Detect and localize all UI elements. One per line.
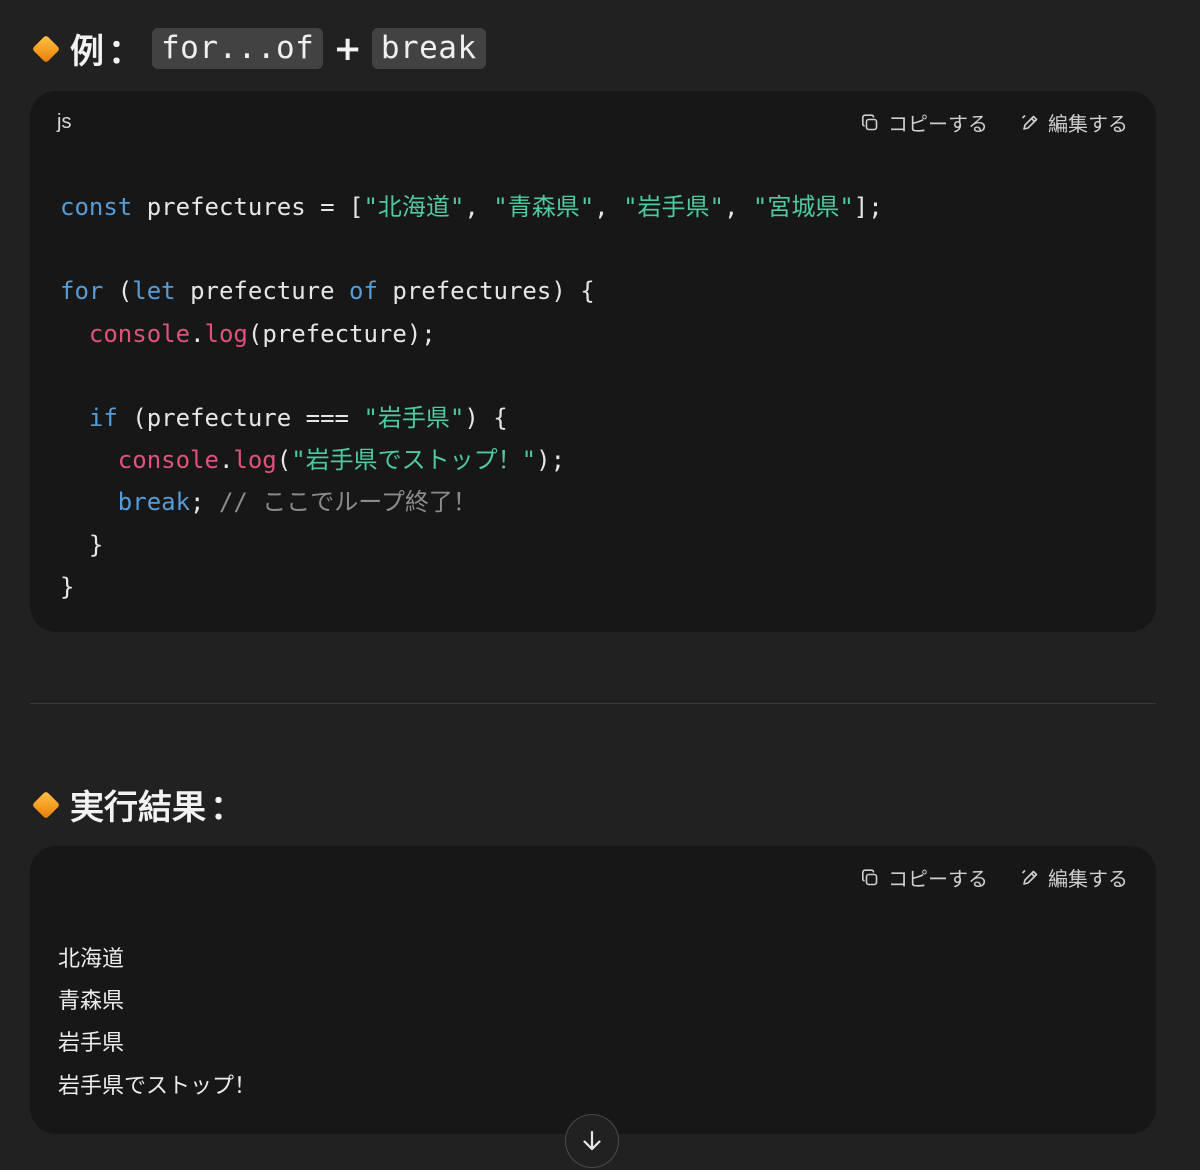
copy-icon (862, 868, 878, 885)
code-method: log (233, 446, 277, 475)
code-text: } (88, 530, 104, 559)
section-heading-result: 実行結果 ： (31, 780, 254, 829)
output-line: 北海道 (58, 947, 125, 972)
copy-output-label: コピーする (888, 867, 988, 891)
scroll-to-bottom-button[interactable] (565, 1114, 619, 1168)
output-line: 青森県 (58, 989, 125, 1015)
code-text: prefecture (175, 277, 350, 306)
output-line: 岩手県でストップ！ (58, 1073, 257, 1099)
code-comment: // ここでループ終了！ (218, 488, 477, 517)
heading-plus: + (333, 28, 362, 69)
code-language-label: js (57, 111, 72, 133)
code-text: . (218, 446, 234, 475)
code-keyword: of (349, 277, 378, 306)
section-heading-example: 例 ： for...of + break (31, 24, 486, 73)
code-block: js コピーする 編集する const prefectures = ["北海道"… (30, 91, 1156, 632)
code-text: . (190, 319, 205, 348)
code-text: prefectures) { (377, 277, 595, 306)
code-text: ]; (853, 193, 883, 221)
section-divider (30, 703, 1156, 704)
code-keyword: break (117, 488, 191, 517)
code-string: "岩手県" (363, 404, 465, 433)
inline-code-break: break (371, 28, 486, 69)
heading-colon: ： (210, 788, 244, 828)
code-string: "北海道" (363, 193, 465, 221)
code-keyword: const (60, 193, 133, 221)
code-text: } (60, 572, 75, 601)
code-content: const prefectures = ["北海道", "青森県", "岩手県"… (60, 186, 883, 608)
output-lines: 北海道 青森県 岩手県 岩手県でストップ！ (58, 939, 256, 1108)
heading-label: 実行結果 (70, 788, 206, 828)
code-text: , (464, 193, 494, 221)
copy-code-label: コピーする (888, 112, 988, 136)
code-keyword: if (88, 404, 118, 433)
code-string: "宮城県" (752, 193, 854, 221)
edit-code-label: 編集する (1048, 112, 1128, 136)
output-toolbar: コピーする 編集する (860, 863, 1128, 892)
inline-code-for-of: for...of (152, 28, 324, 69)
code-string: "岩手県" (623, 193, 724, 221)
code-text: ( (276, 446, 292, 475)
code-method: log (204, 319, 248, 348)
code-toolbar: コピーする 編集する (860, 108, 1128, 137)
code-text: ) { (464, 404, 508, 433)
code-text: (prefecture === (117, 404, 364, 433)
output-block: コピーする 編集する 北海道 青森県 岩手県 岩手県でストップ！ (30, 846, 1156, 1134)
arrow-down-icon (583, 1130, 601, 1151)
copy-code-button[interactable]: コピーする (860, 108, 988, 137)
edit-code-button[interactable]: 編集する (1020, 108, 1128, 137)
code-text: ( (103, 277, 133, 306)
output-line: 岩手県 (58, 1031, 125, 1057)
code-keyword: let (132, 277, 176, 306)
code-string: "青森県" (493, 193, 595, 221)
heading-label: 例 (70, 32, 104, 72)
orange-diamond-icon (31, 790, 61, 819)
code-object: console (88, 319, 191, 348)
code-text: ; (190, 488, 219, 517)
copy-icon (862, 113, 878, 130)
code-text: prefectures = [ (132, 193, 364, 221)
pencil-icon (1021, 114, 1038, 130)
code-text: , (594, 193, 624, 221)
chat-page: 例 ： for...of + break js コピーする 編集する const… (0, 0, 1200, 1170)
code-string: "岩手県でストップ！" (291, 446, 537, 475)
copy-output-button[interactable]: コピーする (860, 863, 988, 892)
edit-output-label: 編集する (1048, 867, 1128, 891)
orange-diamond-icon (31, 34, 61, 63)
code-text: ); (536, 446, 566, 475)
code-text: (prefecture); (247, 319, 436, 348)
code-keyword: for (60, 277, 104, 306)
edit-output-button[interactable]: 編集する (1020, 863, 1128, 892)
code-object: console (117, 446, 219, 475)
heading-colon: ： (108, 32, 142, 72)
code-text: , (723, 193, 753, 221)
pencil-icon (1021, 869, 1038, 885)
